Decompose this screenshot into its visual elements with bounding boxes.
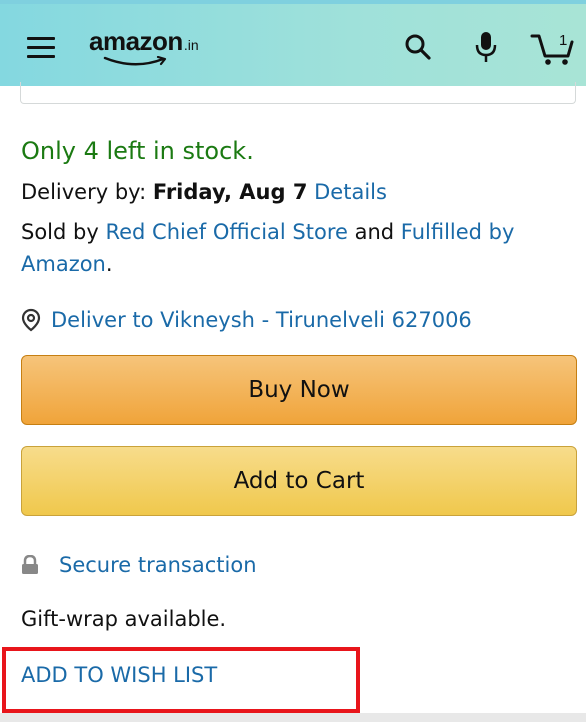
amazon-logo[interactable]: amazon.in: [89, 26, 199, 70]
sold-by-and: and: [347, 220, 401, 244]
mic-icon[interactable]: [474, 30, 498, 66]
menu-icon[interactable]: [27, 37, 55, 59]
seller-link[interactable]: Red Chief Official Store: [105, 220, 347, 244]
buy-now-label: Buy Now: [248, 377, 350, 403]
logo-text: amazon: [89, 26, 183, 56]
delivery-details-link[interactable]: Details: [314, 180, 387, 204]
add-to-wish-list-link[interactable]: ADD TO WISH LIST: [21, 663, 217, 687]
gift-wrap-text: Gift-wrap available.: [21, 607, 227, 631]
secure-transaction-link[interactable]: Secure transaction: [21, 553, 257, 577]
secure-transaction-text: Secure transaction: [59, 553, 257, 577]
deliver-to-link[interactable]: Deliver to Vikneysh - Tirunelveli 627006: [21, 308, 472, 332]
logo-suffix: .in: [183, 37, 199, 53]
sold-by-info: Sold by Red Chief Official Store and Ful…: [21, 220, 514, 244]
cart-icon[interactable]: [530, 28, 576, 68]
add-to-cart-label: Add to Cart: [233, 468, 365, 494]
bottom-divider: [0, 713, 586, 722]
sold-by-info-continued: Amazon.: [21, 252, 113, 276]
delivery-date: Friday, Aug 7: [152, 180, 308, 204]
fulfilled-period: .: [105, 252, 113, 276]
location-pin-icon: [21, 308, 41, 332]
buy-now-button[interactable]: Buy Now: [21, 355, 577, 425]
logo-smile-icon: [103, 56, 167, 66]
delivery-label: Delivery by:: [21, 180, 153, 204]
delivery-info: Delivery by: Friday, Aug 7 Details: [21, 180, 387, 204]
cart-count-badge: 1: [559, 32, 568, 49]
previous-section-box: [20, 82, 576, 104]
add-to-cart-button[interactable]: Add to Cart: [21, 446, 577, 516]
search-icon[interactable]: [403, 32, 433, 62]
fulfilled-amazon-link[interactable]: Amazon: [21, 252, 106, 276]
deliver-to-text: Deliver to Vikneysh - Tirunelveli 627006: [51, 308, 472, 332]
top-nav-bar: amazon.in 1: [0, 0, 586, 86]
stock-status: Only 4 left in stock.: [21, 137, 254, 165]
sold-by-prefix: Sold by: [21, 220, 106, 244]
fulfilled-by-link[interactable]: Fulfilled by: [401, 220, 515, 244]
lock-icon: [22, 555, 38, 574]
